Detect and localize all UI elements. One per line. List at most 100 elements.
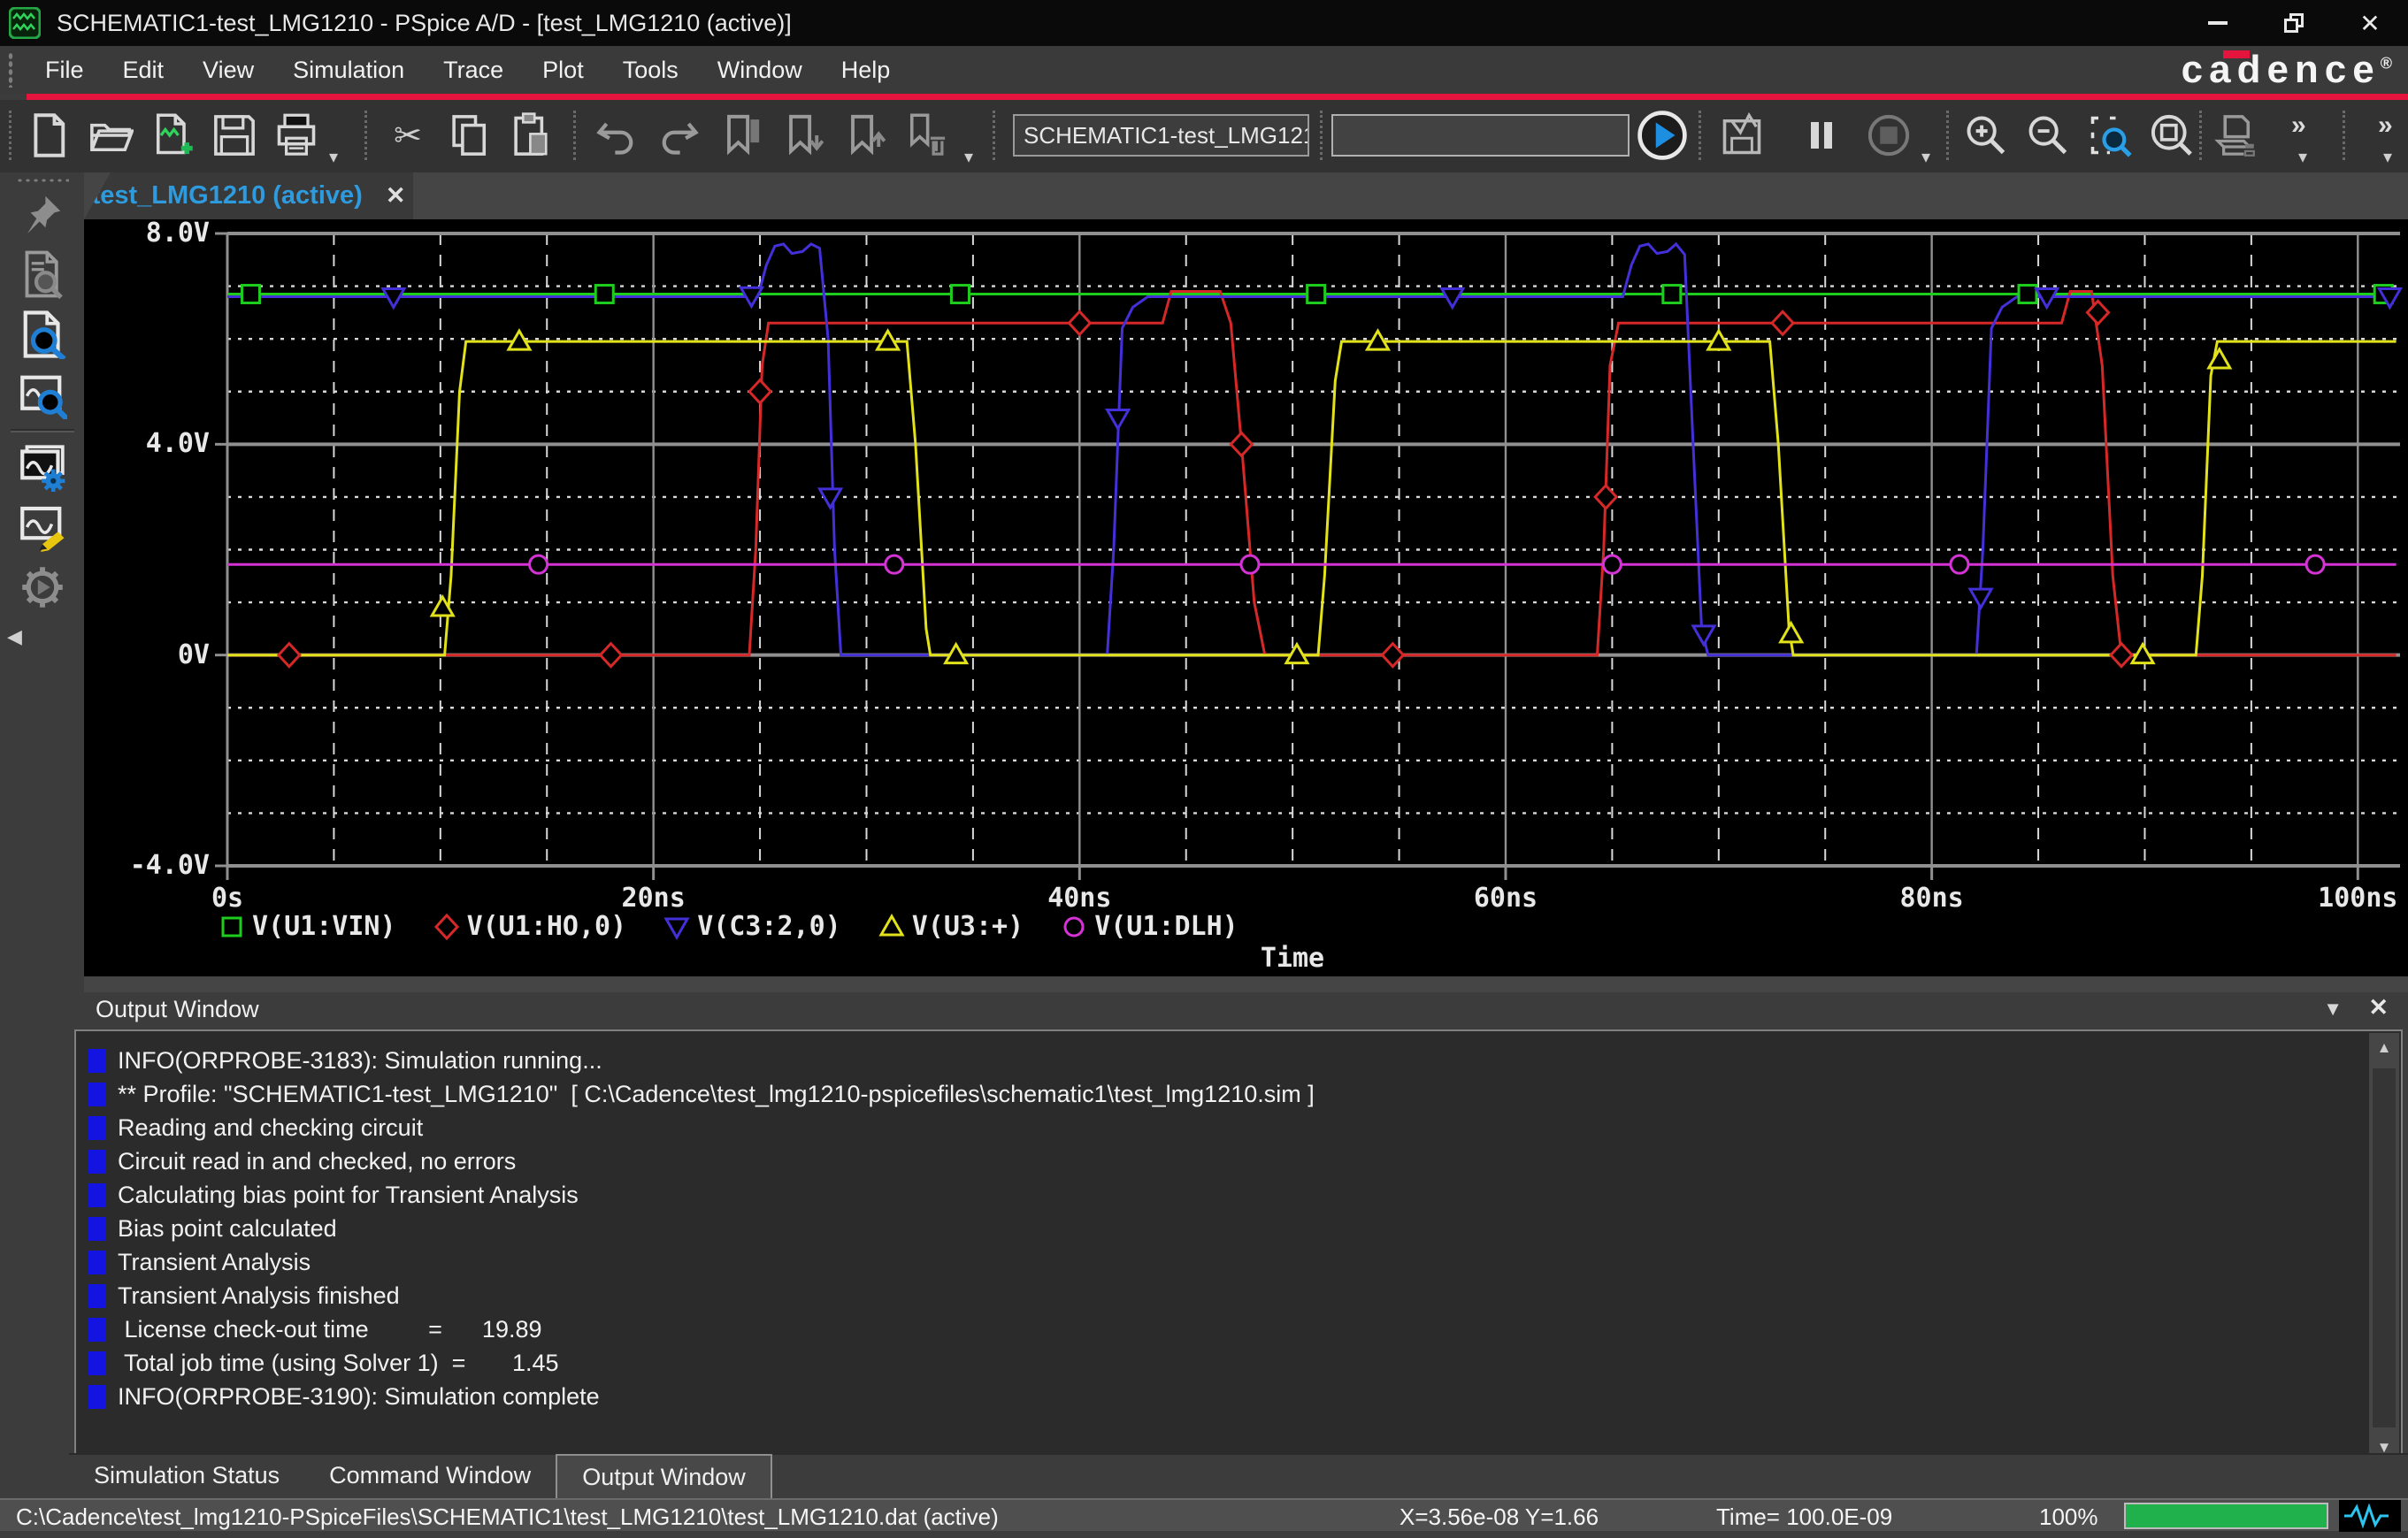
previous-bookmark-button[interactable] [837, 107, 892, 164]
legend-item[interactable]: V(U3:+) [878, 911, 1024, 942]
diamond-marker-icon [433, 914, 460, 940]
legend-item[interactable]: V(U1:HO,0) [433, 911, 627, 942]
log-text: Calculating bias point for Transient Ana… [118, 1182, 579, 1209]
print-button[interactable] [269, 107, 324, 164]
log-bullet-icon [88, 1351, 106, 1375]
document-tab-close-icon[interactable]: ✕ [386, 182, 406, 210]
tab-simulation-status[interactable]: Simulation Status [69, 1454, 304, 1499]
run-simulation-button[interactable] [1635, 107, 1690, 164]
output-pane-close-icon[interactable]: ✕ [2368, 994, 2389, 1022]
legend-item[interactable]: V(U1:DLH) [1061, 911, 1239, 942]
trace-expression-combo[interactable] [1331, 114, 1630, 157]
menu-tools[interactable]: Tools [603, 46, 698, 94]
simulation-settings-button[interactable] [11, 558, 74, 616]
cadence-logo: cadence® [2182, 48, 2392, 92]
cut-icon: ✂ [394, 116, 422, 156]
toolbar-overflow-chevron[interactable]: » [2291, 111, 2306, 141]
view-circuit-file-button[interactable] [11, 305, 74, 363]
menubar-drag-handle[interactable] [8, 52, 13, 88]
print-dropdown-arrow[interactable]: ▾ [329, 146, 338, 168]
redo-button[interactable] [651, 107, 706, 164]
undo-button[interactable] [589, 107, 644, 164]
add-bookmark-button[interactable] [713, 107, 768, 164]
output-line: Total job time (using Solver 1) = 1.45 [88, 1346, 2401, 1380]
cut-button[interactable]: ✂ [380, 107, 435, 164]
toolbar-separator [1699, 111, 1701, 160]
scroll-up-icon[interactable]: ▲ [2369, 1033, 2399, 1063]
output-pane-header[interactable]: Output Window ▼ ✕ [69, 992, 2408, 1028]
restore-button[interactable] [2256, 0, 2332, 46]
scrollbar-thumb[interactable] [2373, 1068, 2396, 1427]
waveform-settings-button[interactable] [11, 438, 74, 496]
stop-dropdown-arrow[interactable]: ▾ [1921, 146, 1930, 168]
x-tick-label: 80ns [1900, 884, 1964, 913]
log-text: INFO(ORPROBE-3183): Simulation running..… [118, 1047, 602, 1075]
plot-window-edge [84, 976, 2408, 992]
simulation-progress-bar [2124, 1503, 2328, 1529]
menu-edit[interactable]: Edit [104, 46, 184, 94]
zoom-out-button[interactable] [2021, 107, 2075, 164]
menu-view[interactable]: View [183, 46, 273, 94]
paste-button[interactable] [504, 107, 559, 164]
stop-simulation-button[interactable] [1861, 107, 1916, 164]
pin-button[interactable] [11, 185, 74, 243]
menu-window[interactable]: Window [698, 46, 822, 94]
menu-simulation[interactable]: Simulation [273, 46, 424, 94]
save-icon [211, 112, 257, 158]
toolbar-overflow-chevron-2[interactable]: » [2378, 111, 2393, 141]
undo-icon [594, 112, 640, 158]
view-waveform-search-button[interactable] [11, 365, 74, 424]
paste-icon [509, 112, 555, 158]
sidebar-separator [11, 429, 74, 432]
toolbar: ▾ ✂ ▾ SCHEMATIC1-test_LMG1210 ▾ [0, 100, 2408, 172]
pause-icon [1800, 114, 1843, 157]
output-scrollbar[interactable]: ▲ ▼ [2369, 1033, 2399, 1463]
zoom-in-button[interactable] [1959, 107, 2013, 164]
copy-button[interactable] [442, 107, 497, 164]
open-file-button[interactable] [83, 107, 138, 164]
minimize-button[interactable] [2180, 0, 2256, 46]
menu-file[interactable]: File [26, 46, 104, 94]
output-line: License check-out time = 19.89 [88, 1312, 2401, 1346]
document-tab[interactable]: test_LMG1210 (active) ✕ [84, 172, 413, 219]
log-text: Reading and checking circuit [118, 1114, 423, 1142]
zoom-area-button[interactable] [2082, 107, 2137, 164]
simulation-profile-combo[interactable]: SCHEMATIC1-test_LMG1210 [1013, 114, 1309, 157]
log-bullet-icon [88, 1385, 106, 1409]
legend-item[interactable]: V(C3:2,0) [663, 911, 841, 942]
view-simulation-file-button[interactable] [11, 245, 74, 303]
bookmark-dropdown-arrow[interactable]: ▾ [964, 146, 973, 168]
open-simulation-file-button[interactable] [145, 107, 200, 164]
tab-command-window[interactable]: Command Window [304, 1454, 556, 1499]
sidebar-drag-handle[interactable] [16, 178, 69, 183]
new-file-button[interactable] [21, 107, 76, 164]
output-line: Transient Analysis finished [88, 1279, 2401, 1312]
menu-help[interactable]: Help [822, 46, 910, 94]
output-pane-collapse-icon[interactable]: ▼ [2323, 998, 2343, 1021]
clear-bookmarks-button[interactable] [899, 107, 954, 164]
waveform-plot[interactable]: 8.0V4.0V0V-4.0V 0s20ns40ns60ns80ns100ns … [84, 219, 2408, 976]
menu-plot[interactable]: Plot [523, 46, 603, 94]
log-text: Total job time (using Solver 1) = 1.45 [118, 1350, 559, 1377]
save-simulation-results-button[interactable] [1714, 107, 1769, 164]
zoom-fit-button[interactable] [2144, 107, 2199, 164]
close-button[interactable]: ✕ [2332, 0, 2408, 46]
log-bullet-icon [88, 1049, 106, 1073]
menu-trace[interactable]: Trace [424, 46, 523, 94]
output-line: Transient Analysis [88, 1245, 2401, 1279]
next-bookmark-button[interactable] [775, 107, 830, 164]
view-simulation-output-button[interactable] [2206, 107, 2261, 164]
toolbar-dropdown-arrow[interactable]: ▾ [2298, 146, 2307, 168]
toolbar-drag-handle[interactable] [9, 111, 12, 160]
run-icon [1637, 110, 1688, 161]
x-axis-title: Time [1261, 943, 1324, 974]
pause-simulation-button[interactable] [1794, 107, 1849, 164]
sidebar-collapse-arrow[interactable]: ◀ [7, 625, 22, 648]
legend-item[interactable]: V(U1:VIN) [219, 911, 396, 942]
log-text: Circuit read in and checked, no errors [118, 1148, 516, 1175]
toolbar-dropdown-arrow-2[interactable]: ▾ [2383, 146, 2392, 168]
save-button[interactable] [207, 107, 262, 164]
edit-waveform-button[interactable] [11, 498, 74, 556]
next-bookmark-icon [779, 112, 825, 158]
tab-output-window[interactable]: Output Window [556, 1454, 772, 1499]
